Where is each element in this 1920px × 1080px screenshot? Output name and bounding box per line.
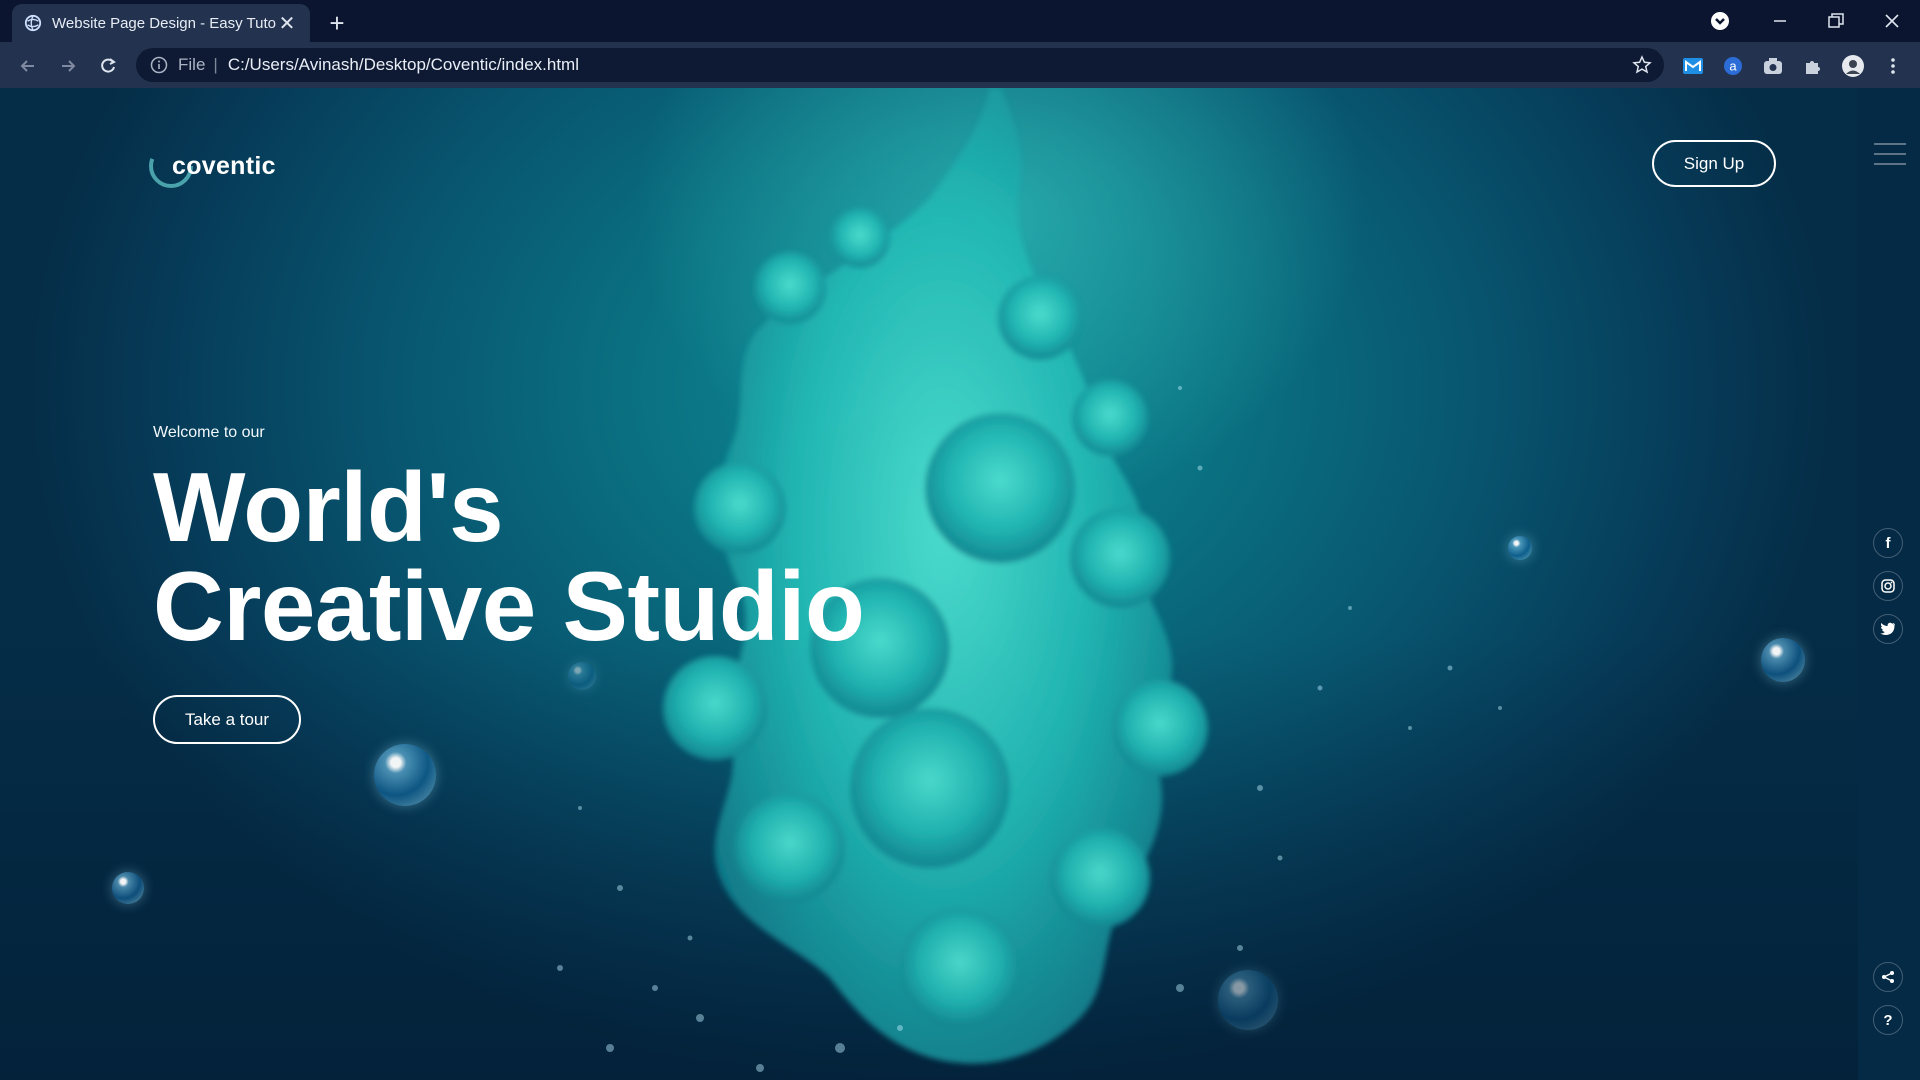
puzzle-extensions-icon[interactable]	[1800, 53, 1826, 79]
twitter-icon[interactable]	[1873, 614, 1903, 644]
restore-button[interactable]	[1808, 0, 1864, 42]
bubble-decoration	[568, 662, 596, 690]
arrow-left-icon	[20, 60, 34, 72]
new-tab-button[interactable]: +	[322, 8, 352, 38]
address-bar[interactable]: File | C:/Users/Avinash/Desktop/Coventic…	[136, 48, 1664, 82]
headline-line-2: Creative Studio	[153, 551, 865, 661]
welcome-text: Welcome to our	[153, 424, 265, 441]
hamburger-menu-icon[interactable]	[1874, 140, 1906, 170]
share-icon[interactable]	[1873, 962, 1903, 992]
help-icon[interactable]: ?	[1873, 1005, 1903, 1035]
bubble-decoration	[1218, 970, 1278, 1030]
site-logo[interactable]: coventic	[148, 142, 276, 190]
browser-toolbar: File | C:/Users/Avinash/Desktop/Coventic…	[0, 42, 1920, 88]
gmail-extension-icon[interactable]	[1680, 53, 1706, 79]
bubble-decoration	[374, 744, 436, 806]
hero-section: coventic Sign Up Welcome to our World's …	[0, 88, 1858, 1080]
url-scheme: File	[178, 55, 206, 74]
logo-text: coventic	[172, 151, 276, 180]
hero-text: Welcome to our World's Creative Studio	[153, 424, 865, 661]
url-separator: |	[213, 55, 218, 74]
tab-close-button[interactable]: ✕	[276, 12, 298, 35]
reload-icon	[101, 58, 116, 73]
forward-button[interactable]	[52, 50, 84, 82]
profile-dropdown-icon[interactable]	[1708, 9, 1732, 33]
browser-tabbar: Website Page Design - Easy Tuto ✕ +	[0, 0, 1920, 42]
svg-text:a: a	[1729, 59, 1737, 74]
browser-tab-active[interactable]: Website Page Design - Easy Tuto ✕	[12, 4, 310, 42]
instagram-icon[interactable]	[1873, 571, 1903, 601]
info-icon[interactable]	[150, 56, 168, 74]
take-a-tour-button[interactable]: Take a tour	[153, 695, 301, 744]
signup-button[interactable]: Sign Up	[1652, 140, 1776, 187]
camera-extension-icon[interactable]	[1760, 53, 1786, 79]
at-extension-icon[interactable]: a	[1720, 53, 1746, 79]
back-button[interactable]	[12, 50, 44, 82]
close-window-button[interactable]	[1864, 0, 1920, 42]
facebook-icon[interactable]: f	[1873, 528, 1903, 558]
kebab-menu-icon[interactable]	[1880, 53, 1906, 79]
globe-icon	[24, 14, 42, 32]
right-rail: f ?	[1858, 88, 1920, 1080]
arrow-right-icon	[62, 60, 76, 72]
minimize-button[interactable]	[1752, 0, 1808, 42]
tab-title: Website Page Design - Easy Tuto	[52, 14, 276, 32]
bookmark-star-icon[interactable]	[1632, 55, 1652, 75]
headline-line-1: World's	[153, 452, 504, 562]
profile-avatar[interactable]	[1840, 53, 1866, 79]
bubble-decoration	[112, 872, 144, 904]
bubble-decoration	[1508, 536, 1532, 560]
bubble-decoration	[1761, 638, 1805, 682]
reload-button[interactable]	[92, 50, 124, 82]
url-text[interactable]: C:/Users/Avinash/Desktop/Coventic/index.…	[228, 55, 579, 75]
